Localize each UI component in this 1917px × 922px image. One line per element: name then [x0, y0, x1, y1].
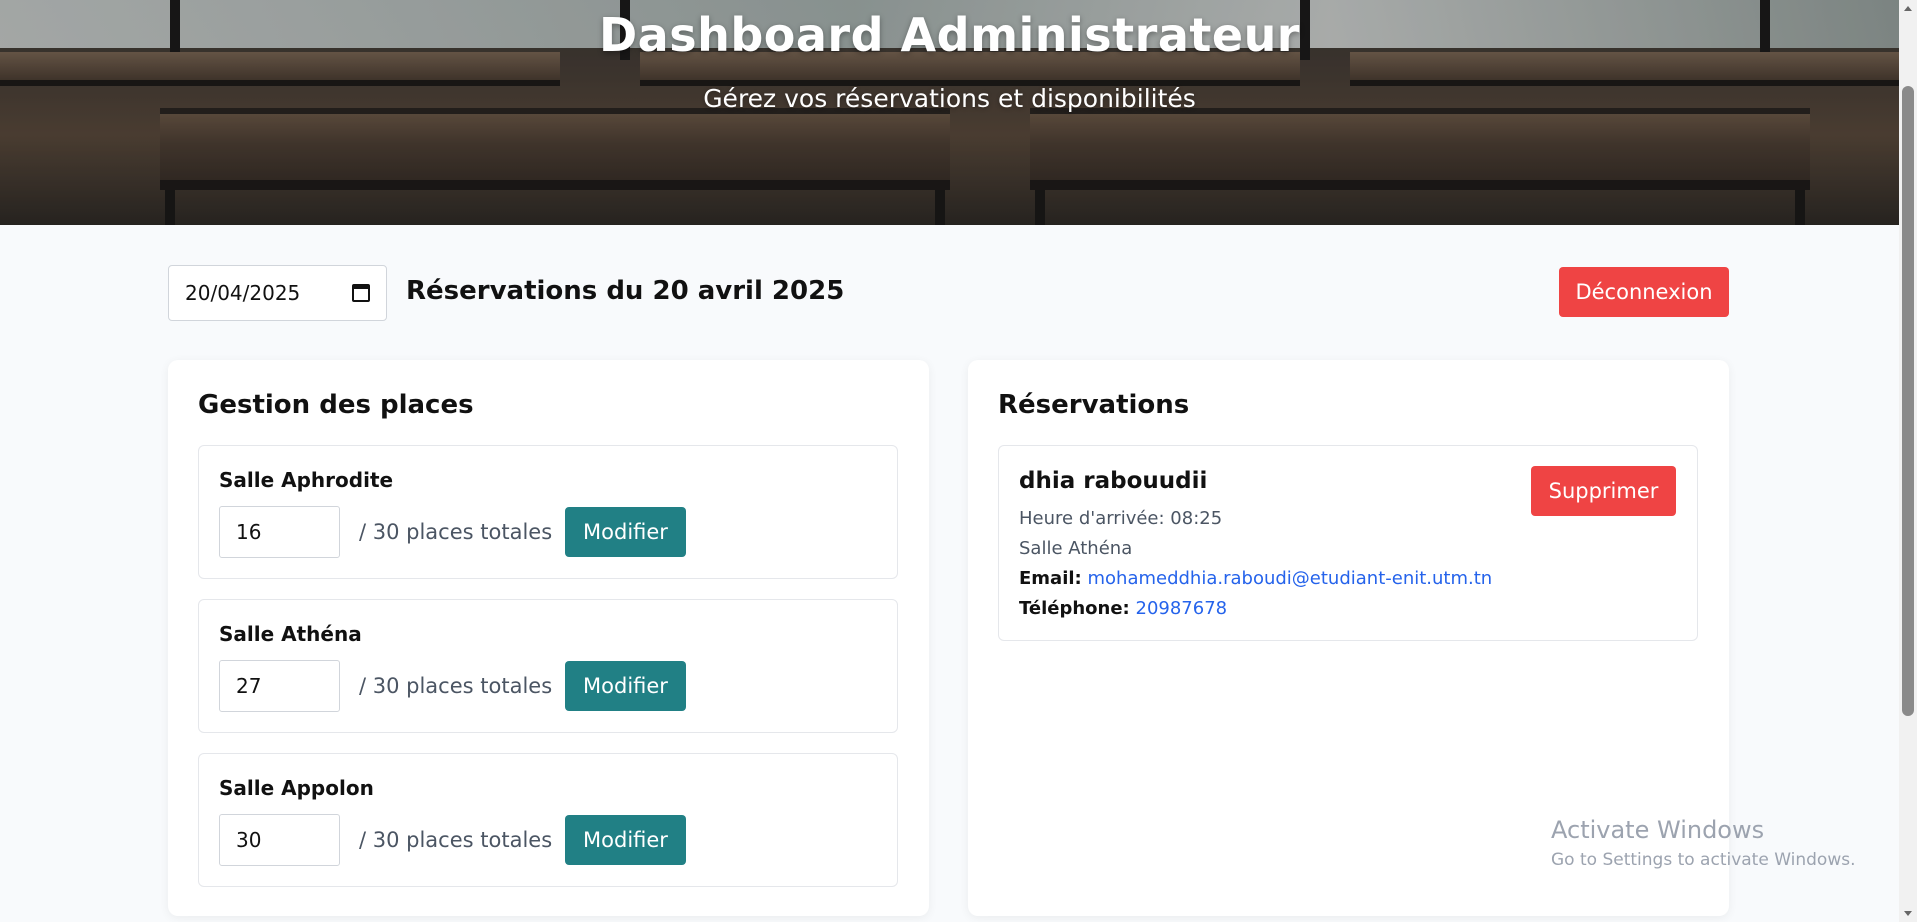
room-name: Salle Appolon — [219, 776, 374, 800]
activate-windows-title: Activate Windows — [1551, 816, 1765, 844]
page-title: Dashboard Administrateur — [598, 8, 1300, 62]
modify-button[interactable]: Modifier — [565, 507, 686, 557]
logout-button[interactable]: Déconnexion — [1559, 267, 1729, 317]
modify-button[interactable]: Modifier — [565, 815, 686, 865]
arrival-time: Heure d'arrivée: 08:25 — [1019, 508, 1223, 529]
room-name: Salle Athéna — [219, 622, 362, 646]
reservations-panel-title: Réservations — [998, 390, 1190, 420]
date-value: 20/04/2025 — [185, 281, 301, 305]
page-scrollbar[interactable] — [1899, 0, 1917, 922]
phone-row: Téléphone: 20987678 — [1019, 598, 1227, 619]
hero-banner: Dashboard Administrateur Gérez vos réser… — [0, 0, 1899, 225]
modify-button[interactable]: Modifier — [565, 661, 686, 711]
places-panel-title: Gestion des places — [198, 390, 474, 420]
places-management-panel: Gestion des places Salle Aphrodite 16 / … — [168, 360, 929, 916]
email-label: Email: — [1019, 568, 1082, 589]
email-row: Email: mohameddhia.raboudi@etudiant-enit… — [1019, 568, 1492, 589]
scroll-thumb[interactable] — [1902, 86, 1914, 716]
calendar-icon[interactable] — [352, 284, 370, 302]
reservation-name: dhia rabouudii — [1019, 468, 1208, 494]
phone-link[interactable]: 20987678 — [1136, 598, 1228, 619]
room-card: Salle Appolon 30 / 30 places totales Mod… — [198, 753, 898, 887]
total-places-label: / 30 places totales — [359, 520, 553, 544]
date-picker-input[interactable]: 20/04/2025 — [168, 265, 387, 321]
available-places-input[interactable]: 30 — [219, 814, 340, 866]
room-name: Salle Aphrodite — [219, 468, 394, 492]
room-card: Salle Athéna 27 / 30 places totales Modi… — [198, 599, 898, 733]
scroll-down-icon[interactable] — [1904, 911, 1912, 916]
scroll-up-icon[interactable] — [1904, 6, 1912, 11]
available-places-input[interactable]: 27 — [219, 660, 340, 712]
delete-button[interactable]: Supprimer — [1531, 466, 1676, 516]
reservation-room: Salle Athéna — [1019, 538, 1133, 559]
room-card: Salle Aphrodite 16 / 30 places totales M… — [198, 445, 898, 579]
reservation-card: dhia rabouudii Heure d'arrivée: 08:25 Sa… — [998, 445, 1698, 641]
page-subtitle: Gérez vos réservations et disponibilités — [703, 84, 1196, 113]
phone-label: Téléphone: — [1019, 598, 1130, 619]
email-link[interactable]: mohameddhia.raboudi@etudiant-enit.utm.tn — [1087, 568, 1492, 589]
available-places-input[interactable]: 16 — [219, 506, 340, 558]
reservations-date-heading: Réservations du 20 avril 2025 — [406, 276, 845, 306]
activate-windows-subtitle: Go to Settings to activate Windows. — [1551, 850, 1856, 870]
total-places-label: / 30 places totales — [359, 828, 553, 852]
total-places-label: / 30 places totales — [359, 674, 553, 698]
